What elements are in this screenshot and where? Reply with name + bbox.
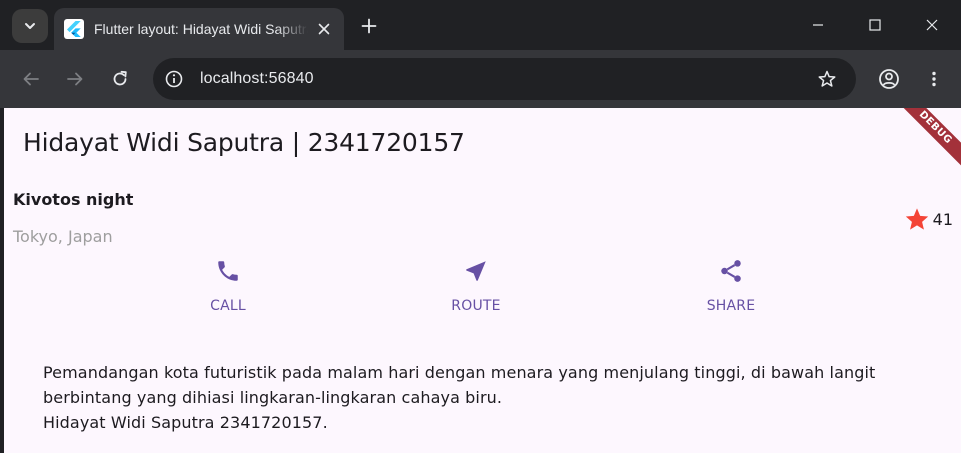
- title-section: Kivotos night Tokyo, Japan 41: [13, 190, 953, 250]
- maximize-button[interactable]: [855, 8, 895, 42]
- call-button[interactable]: CALL: [183, 258, 273, 314]
- account-circle-icon: [879, 69, 899, 89]
- debug-banner: DEBUG: [886, 108, 961, 177]
- new-tab-button[interactable]: [356, 13, 382, 39]
- call-icon: [218, 261, 238, 281]
- favorite-count: 41: [932, 209, 953, 229]
- more-vertical-icon: [932, 71, 936, 87]
- tab-search-button[interactable]: [12, 9, 48, 43]
- forward-button[interactable]: [58, 62, 92, 96]
- route-button[interactable]: ROUTE: [431, 258, 521, 314]
- profile-button[interactable]: [872, 62, 906, 96]
- reload-icon: [113, 70, 127, 86]
- url-text: localhost:56840: [200, 70, 314, 87]
- star-outline-icon: [818, 70, 836, 87]
- place-name: Kivotos night: [13, 190, 134, 209]
- description-line: Pemandangan kota futuristik pada malam h…: [43, 363, 876, 382]
- minimize-icon: [813, 24, 823, 26]
- description-line: berbintang yang dihiasi lingkaran-lingka…: [43, 388, 503, 407]
- browser-tab[interactable]: Flutter layout: Hidayat Widi Saputra | 2…: [54, 8, 344, 50]
- star-icon: [905, 208, 928, 230]
- page-title: Hidayat Widi Saputra | 2341720157: [23, 128, 465, 157]
- near-me-icon: [466, 261, 486, 281]
- plus-icon: [361, 18, 377, 34]
- place-location: Tokyo, Japan: [13, 227, 113, 246]
- menu-button[interactable]: [917, 62, 951, 96]
- share-label: SHARE: [706, 298, 756, 314]
- bookmark-button[interactable]: [812, 64, 842, 94]
- description-line: Hidayat Widi Saputra 2341720157.: [43, 413, 328, 432]
- favorite-rating: 41: [904, 206, 953, 232]
- close-icon: [926, 19, 938, 31]
- share-button[interactable]: SHARE: [686, 258, 776, 314]
- arrow-right-icon: [67, 72, 83, 86]
- button-section: CALL ROUTE SHARE: [4, 258, 961, 324]
- tab-close-button[interactable]: [314, 19, 334, 39]
- minimize-button[interactable]: [798, 8, 838, 42]
- share-icon: [721, 260, 741, 282]
- flutter-app-viewport: Hidayat Widi Saputra | 2341720157 DEBUG …: [4, 108, 961, 453]
- tab-title: Flutter layout: Hidayat Widi Saputra | 2…: [94, 21, 308, 37]
- tab-strip: Flutter layout: Hidayat Widi Saputra | 2…: [0, 0, 961, 50]
- info-icon: [165, 70, 183, 88]
- chevron-down-icon: [25, 23, 35, 29]
- browser-toolbar: localhost:56840: [0, 50, 961, 108]
- address-bar[interactable]: localhost:56840: [153, 58, 856, 100]
- close-icon: [318, 23, 330, 35]
- arrow-left-icon: [23, 72, 39, 86]
- site-info-button[interactable]: [159, 64, 189, 94]
- description-text: Pemandangan kota futuristik pada malam h…: [43, 360, 883, 435]
- flutter-favicon-icon: [64, 19, 84, 39]
- window-close-button[interactable]: [912, 8, 952, 42]
- route-label: ROUTE: [451, 298, 501, 314]
- call-label: CALL: [210, 298, 246, 314]
- back-button[interactable]: [14, 62, 48, 96]
- reload-button[interactable]: [103, 62, 137, 96]
- maximize-icon: [869, 19, 881, 31]
